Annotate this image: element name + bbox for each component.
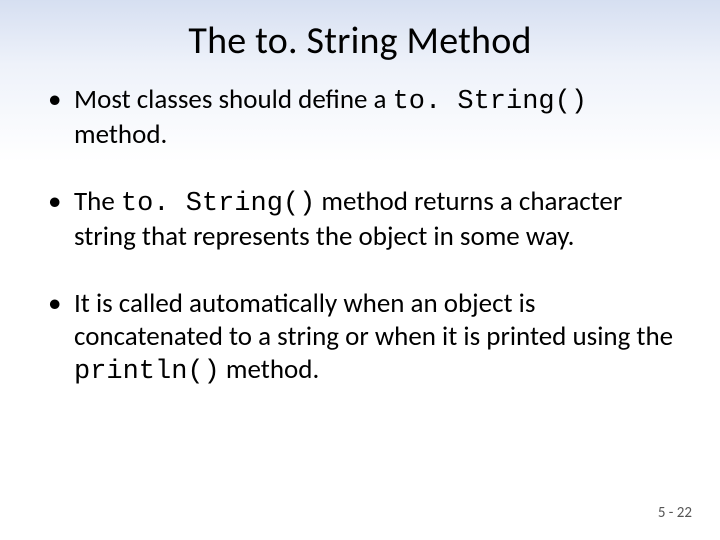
bullet-item: It is called automatically when an objec… <box>48 288 680 389</box>
bullet-text-pre: It is called automatically when an objec… <box>74 287 673 353</box>
bullet-list: Most classes should define a to. String(… <box>48 84 680 389</box>
slide: The to. String Method Most classes shoul… <box>0 0 720 540</box>
code-snippet: println() <box>74 357 220 387</box>
bullet-item: The to. String() method returns a charac… <box>48 186 680 254</box>
slide-title: The to. String Method <box>0 0 720 74</box>
code-snippet: to. String() <box>393 87 587 117</box>
bullet-text-post: method. <box>220 353 319 386</box>
slide-body: Most classes should define a to. String(… <box>0 74 720 389</box>
bullet-text-pre: Most classes should define a <box>74 83 393 116</box>
bullet-item: Most classes should define a to. String(… <box>48 84 680 152</box>
bullet-text-post: method. <box>74 118 167 151</box>
page-number: 5 - 22 <box>658 504 692 522</box>
code-snippet: to. String() <box>121 189 315 219</box>
bullet-text-pre: The <box>74 185 121 218</box>
